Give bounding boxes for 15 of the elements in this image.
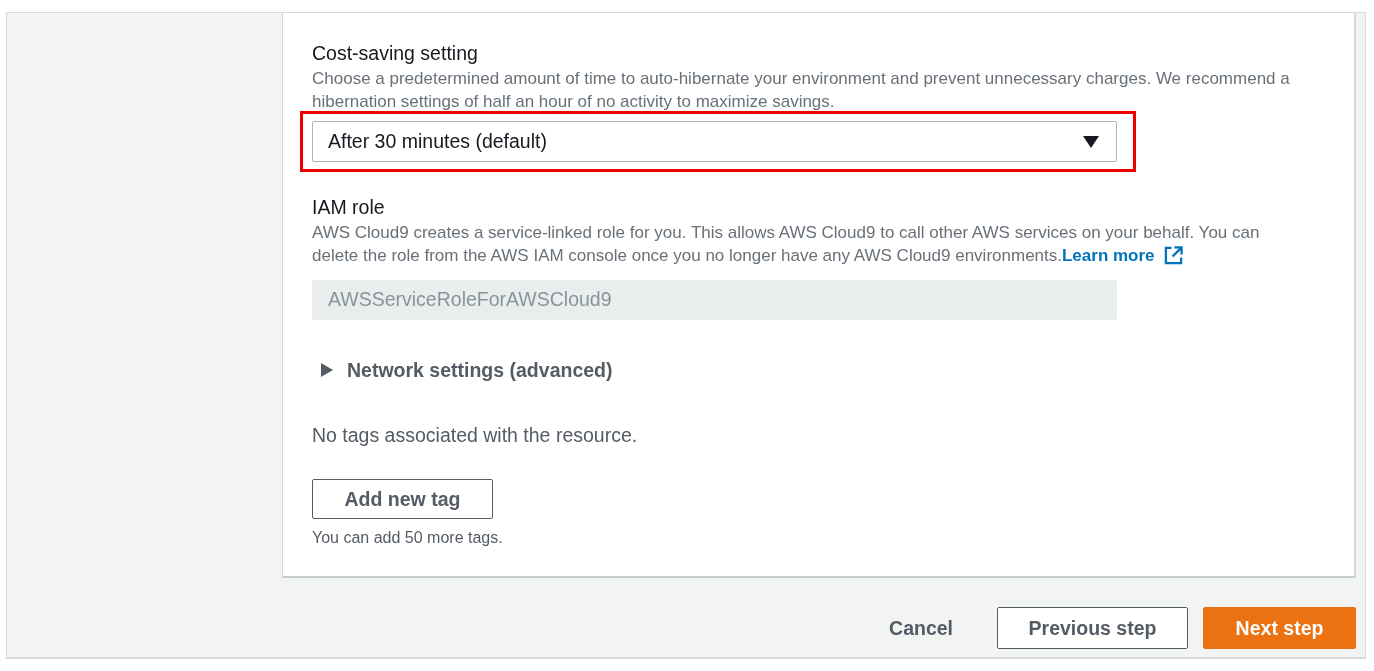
field-label: IAM role xyxy=(312,195,385,219)
field-label: Cost-saving setting xyxy=(312,41,478,65)
previous-button[interactable]: Previous step xyxy=(997,607,1188,649)
caret-icon xyxy=(321,363,333,378)
field-description: AWS Cloud9 creates a service-linked role for you. This allows AWS Cloud9 to call other AWS services on your behalf. You can delete the role from the AWS IAM console once you no longer have any AWS Cloud9 environments.Learn more xyxy=(312,222,1261,267)
role-field: AWSServiceRoleForAWSCloud9 xyxy=(312,280,1117,320)
network-settings-toggle[interactable]: Network settings (advanced) xyxy=(312,355,613,386)
tags-hint: You can add 50 more tags. xyxy=(312,528,503,548)
field-description: Choose a predetermined amount of time to auto-hibernate your environment and prevent unnecessary charges. We recommend a hibernation settings of half an hour of no activity to maximize savings. xyxy=(312,68,1291,113)
cancel-button[interactable]: Cancel xyxy=(860,607,982,649)
hibernation-select[interactable]: After 30 minutes (default) xyxy=(312,121,1117,162)
empty-tags-message: No tags associated with the resource. xyxy=(312,423,638,448)
external-link-icon xyxy=(1163,246,1183,265)
caret-icon xyxy=(1083,135,1099,148)
add-tag-button[interactable]: Add new tag xyxy=(312,479,493,519)
